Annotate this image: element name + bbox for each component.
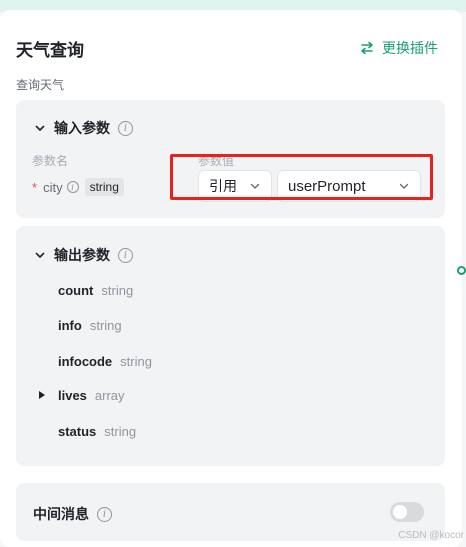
intermediate-message-section: 中间消息 i xyxy=(16,483,445,541)
output-name: count xyxy=(58,283,94,298)
param-row-city: * city i string xyxy=(32,178,124,196)
output-type: string xyxy=(89,318,122,333)
output-item-expandable[interactable]: lives array xyxy=(58,388,125,403)
output-params-section: 输出参数 i count string info string infocode… xyxy=(16,226,445,466)
toggle-knob xyxy=(393,505,407,519)
info-icon[interactable]: i xyxy=(118,120,133,136)
output-item: status string xyxy=(58,424,136,439)
output-params-heading: 输出参数 xyxy=(54,247,110,263)
output-name: lives xyxy=(58,388,87,403)
highlight-annotation-box xyxy=(170,154,433,200)
info-icon[interactable]: i xyxy=(97,506,112,522)
intermediate-message-header: 中间消息 i xyxy=(33,504,112,524)
output-name: infocode xyxy=(58,354,113,369)
chevron-down-icon xyxy=(35,252,45,258)
output-params-header[interactable]: 输出参数 i xyxy=(34,245,133,265)
expand-caret-icon[interactable] xyxy=(38,390,46,400)
info-icon[interactable]: i xyxy=(118,247,133,263)
switch-plugin-button[interactable]: 更换插件 xyxy=(360,38,438,58)
output-type: string xyxy=(101,283,134,298)
switch-plugin-label: 更换插件 xyxy=(382,40,438,56)
output-item: info string xyxy=(58,318,122,333)
output-name: info xyxy=(58,318,82,333)
param-type-tag: string xyxy=(84,178,124,196)
required-mark: * xyxy=(32,179,38,195)
output-type: string xyxy=(104,424,137,439)
plugin-node-card: 天气查询 更换插件 查询天气 输入参数 i 参数名 参数值 * city i s… xyxy=(0,10,462,547)
output-item: infocode string xyxy=(58,354,152,369)
swap-icon xyxy=(361,41,373,55)
intermediate-message-toggle[interactable] xyxy=(390,502,424,522)
column-param-name: 参数名 xyxy=(32,154,69,168)
input-params-heading: 输入参数 xyxy=(54,120,110,136)
output-name: status xyxy=(58,424,97,439)
output-type: string xyxy=(120,354,152,369)
output-type: array xyxy=(94,388,125,403)
output-item: count string xyxy=(58,283,133,298)
watermark: CSDN @kocor xyxy=(398,530,464,541)
param-name: city xyxy=(43,179,63,195)
input-params-header[interactable]: 输入参数 i xyxy=(34,118,133,138)
chevron-down-icon xyxy=(35,125,45,131)
node-title: 天气查询 xyxy=(16,41,84,60)
node-description: 查询天气 xyxy=(16,78,65,92)
info-icon[interactable]: i xyxy=(66,181,79,193)
output-port-handle[interactable] xyxy=(457,266,466,275)
intermediate-message-label: 中间消息 xyxy=(33,506,89,522)
